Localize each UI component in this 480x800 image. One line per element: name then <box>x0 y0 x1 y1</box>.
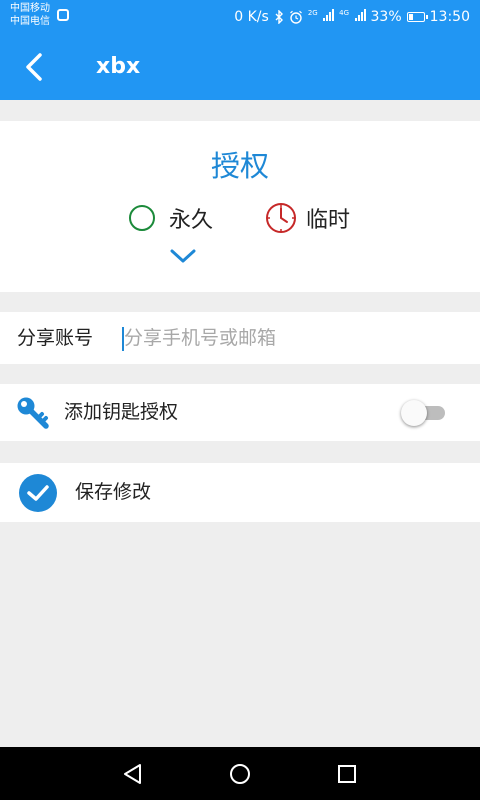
carrier-1: 中国移动 <box>10 3 50 14</box>
option-permanent[interactable]: 永久 <box>129 202 213 234</box>
status-indicators: 0 K/s 2G 4G 33% 13:50 <box>234 0 470 33</box>
battery-level <box>408 13 413 20</box>
net-speed: 0 K/s <box>234 8 269 25</box>
system-nav-bar <box>0 747 480 800</box>
option-temporary[interactable]: 临时 <box>264 202 350 234</box>
share-account-label: 分享账号 <box>17 327 94 349</box>
share-account-row: 分享账号 <box>0 312 480 364</box>
key-authorization-label: 添加钥匙授权 <box>64 401 179 423</box>
network-type-1: 2G <box>307 8 318 17</box>
key-authorization-toggle[interactable] <box>401 400 445 426</box>
status-bar: 中国移动 中国电信 0 K/s 2G 4G 33% 13:50 <box>0 0 480 33</box>
page-title: xbx <box>96 54 141 79</box>
check-icon <box>170 249 196 263</box>
share-account-input[interactable] <box>124 320 454 356</box>
check-circle-icon <box>19 474 57 512</box>
alarm-icon <box>289 10 302 24</box>
nav-back-icon[interactable] <box>120 761 146 787</box>
clock: 13:50 <box>429 8 470 25</box>
nav-recent-apps-icon[interactable] <box>334 761 360 787</box>
chevron-left-icon <box>26 53 42 81</box>
bluetooth-icon <box>275 9 283 24</box>
save-changes-button[interactable]: 保存修改 <box>0 463 480 522</box>
network-type-2: 4G <box>339 8 350 17</box>
authorization-section: 授权 永久 临时 <box>0 121 480 292</box>
carrier-info: 中国移动 中国电信 <box>10 2 50 28</box>
app-bar: xbx <box>0 33 480 100</box>
battery-percent: 33% <box>370 8 402 25</box>
signal-2: 4G <box>339 8 366 25</box>
signal-1: 2G <box>307 8 335 25</box>
clock-icon <box>266 203 296 233</box>
toggle-knob <box>401 400 427 426</box>
battery-icon <box>406 11 428 22</box>
authorization-title: 授权 <box>210 149 269 183</box>
signal-bars-icon <box>354 8 366 21</box>
sim-icon <box>57 9 69 21</box>
key-authorization-row: 添加钥匙授权 <box>0 384 480 441</box>
option-temporary-label: 临时 <box>306 208 351 233</box>
option-permanent-label: 永久 <box>169 208 214 233</box>
back-button[interactable] <box>14 47 54 87</box>
key-icon <box>17 397 49 429</box>
carrier-2: 中国电信 <box>10 16 50 27</box>
save-changes-label: 保存修改 <box>75 481 152 503</box>
circle-icon <box>129 205 155 231</box>
signal-bars-icon <box>323 8 335 21</box>
nav-home-icon[interactable] <box>227 761 253 787</box>
